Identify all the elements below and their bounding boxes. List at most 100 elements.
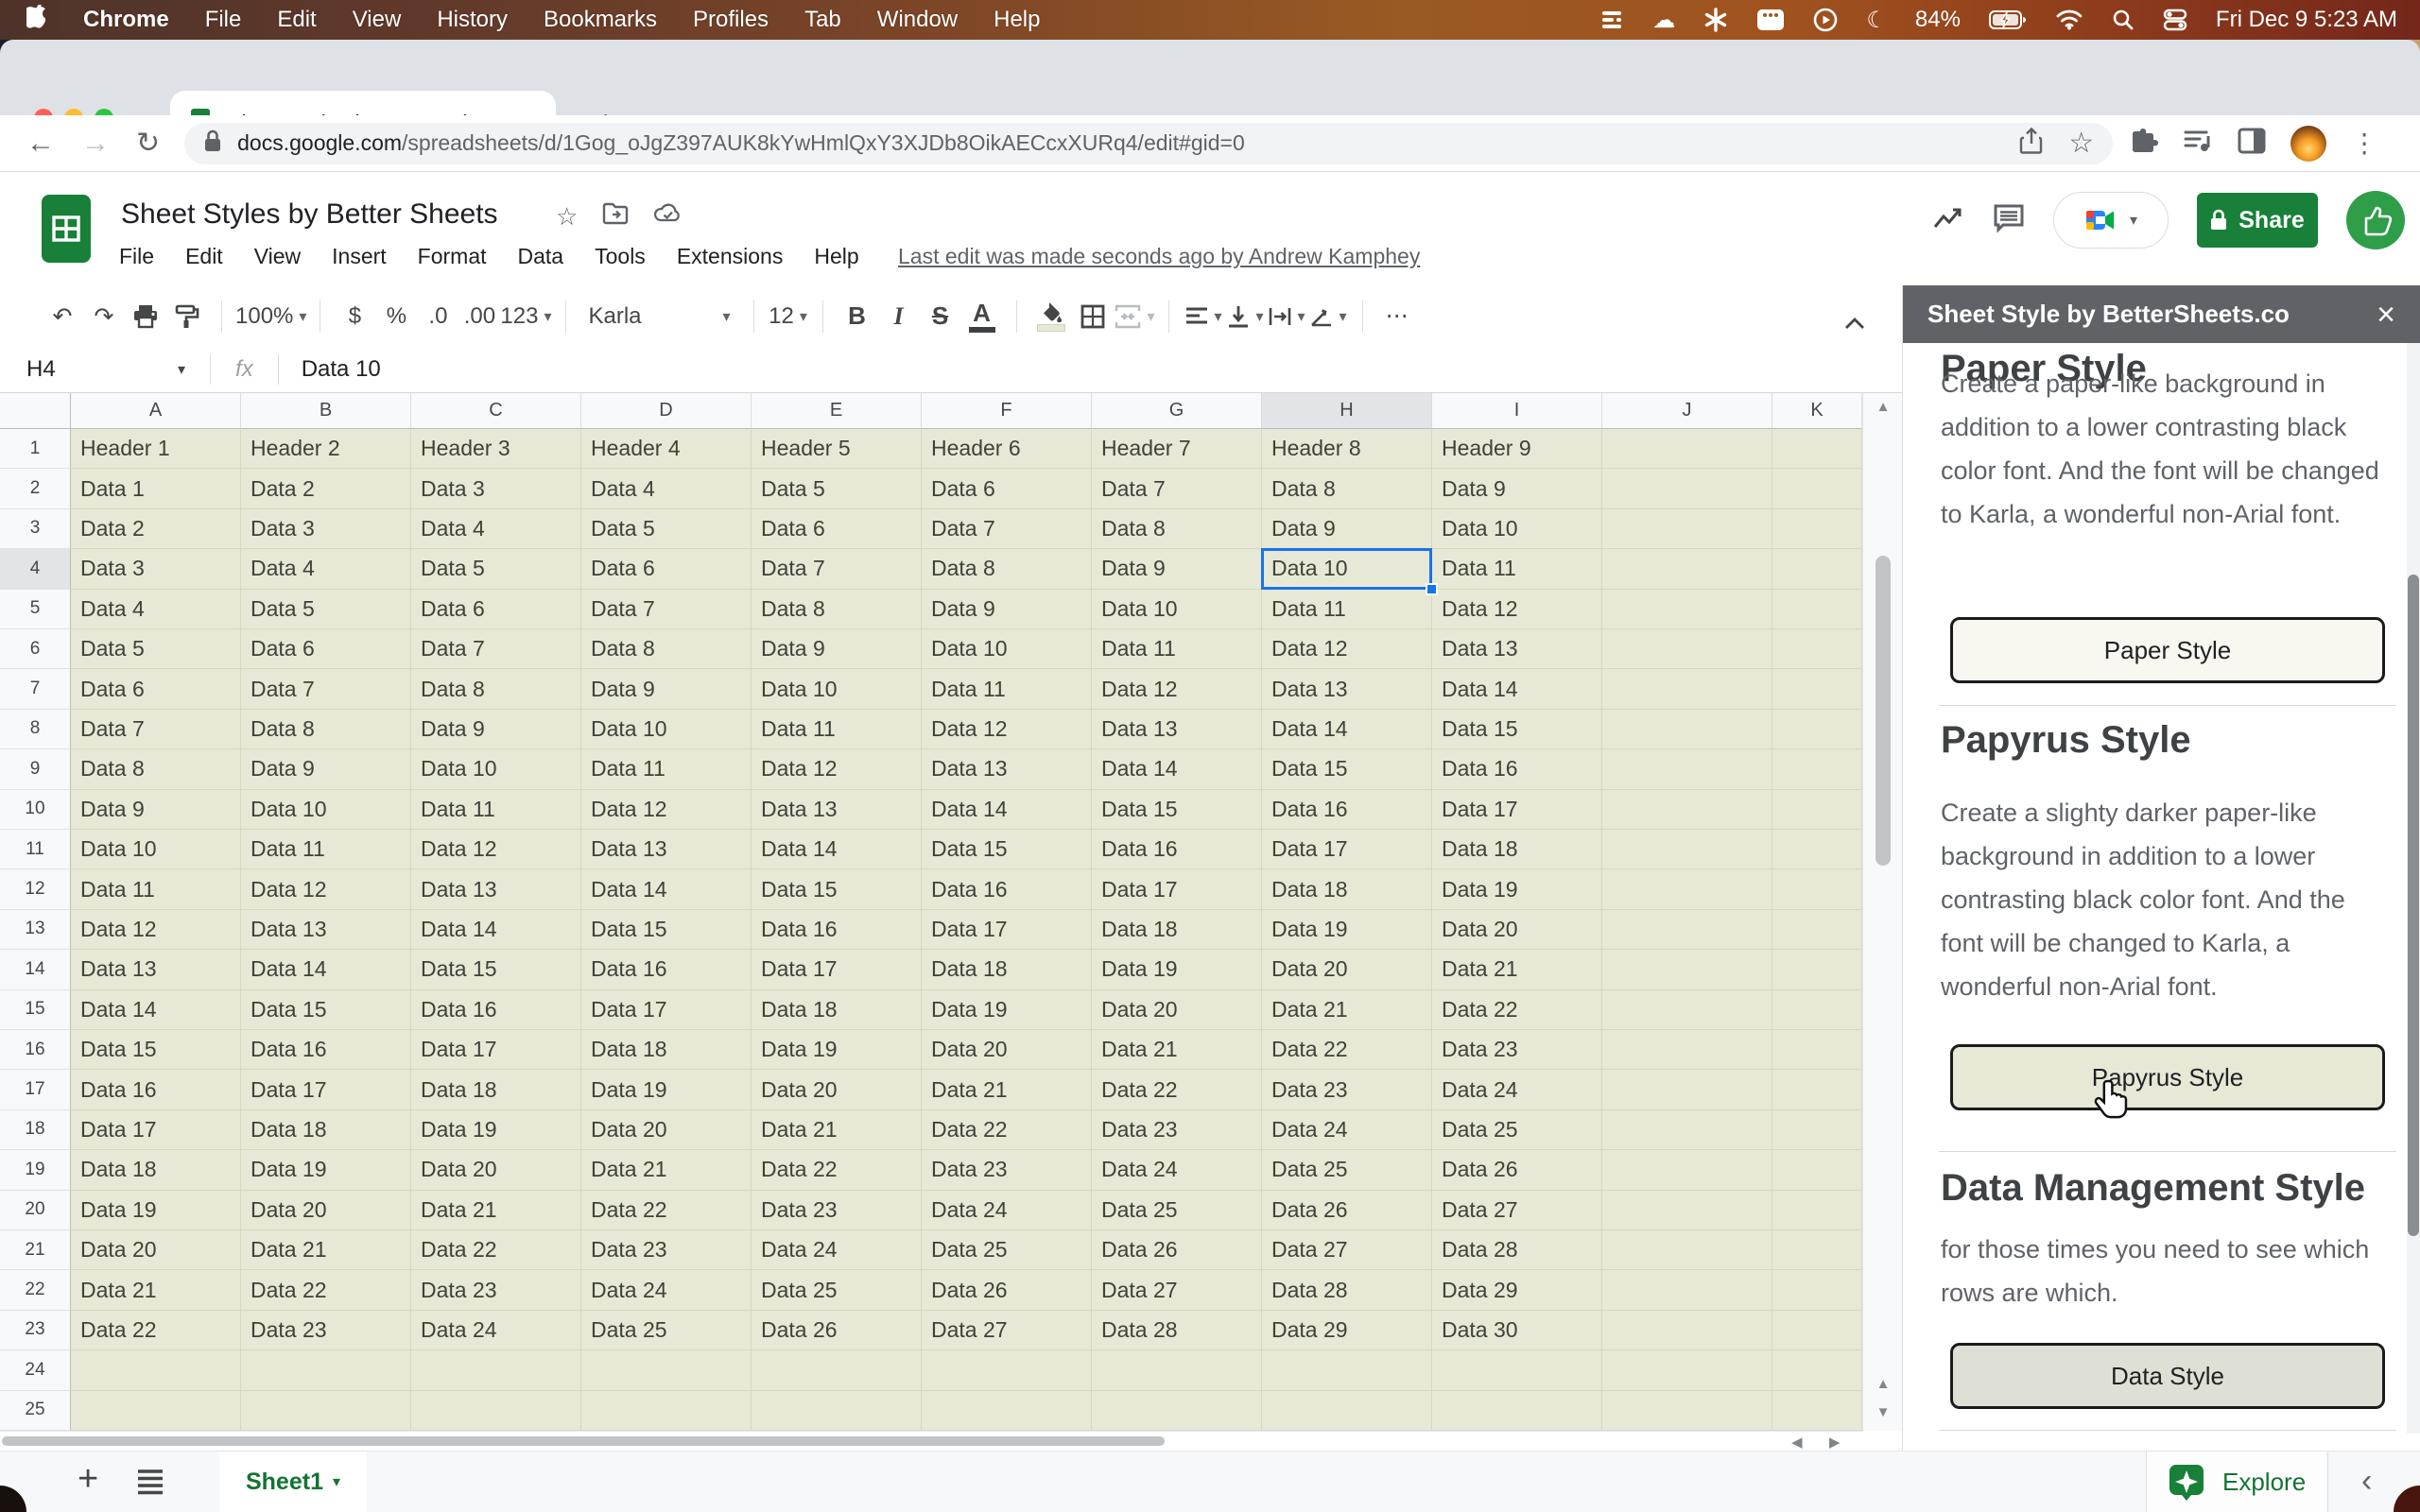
number-format-select[interactable]: 123▾ bbox=[500, 296, 551, 337]
cell-A24[interactable] bbox=[71, 1350, 241, 1390]
menu-item-profiles[interactable]: Profiles bbox=[693, 7, 769, 33]
cell-J22[interactable] bbox=[1602, 1270, 1772, 1310]
cell-I11[interactable]: Data 18 bbox=[1432, 830, 1602, 869]
cell-K20[interactable] bbox=[1772, 1191, 1862, 1230]
cell-F23[interactable]: Data 27 bbox=[922, 1311, 1092, 1350]
cell-I25[interactable] bbox=[1432, 1391, 1602, 1431]
menu-item-history[interactable]: History bbox=[437, 7, 508, 33]
cell-D4[interactable]: Data 6 bbox=[581, 549, 752, 589]
cell-C16[interactable]: Data 17 bbox=[411, 1030, 581, 1070]
cell-G15[interactable]: Data 20 bbox=[1092, 990, 1262, 1030]
cell-C11[interactable]: Data 12 bbox=[411, 830, 581, 869]
name-box-dropdown-icon[interactable]: ▾ bbox=[178, 360, 185, 379]
cell-I7[interactable]: Data 14 bbox=[1432, 669, 1602, 709]
control-center-icon[interactable] bbox=[2163, 9, 2187, 31]
cell-B17[interactable]: Data 17 bbox=[241, 1070, 411, 1109]
cell-E5[interactable]: Data 8 bbox=[752, 590, 922, 629]
scroll-left-icon[interactable]: ◀ bbox=[1791, 1434, 1803, 1451]
row-header-8[interactable]: 8 bbox=[0, 710, 71, 749]
url-field[interactable]: docs.google.com/spreadsheets/d/1Gog_oJgZ… bbox=[184, 123, 2113, 164]
font-size-select[interactable]: 12▾ bbox=[768, 296, 809, 337]
forward-icon[interactable]: → bbox=[81, 128, 110, 160]
cell-K23[interactable] bbox=[1772, 1311, 1862, 1350]
text-color-button[interactable]: A bbox=[961, 296, 1003, 337]
cell-K24[interactable] bbox=[1772, 1350, 1862, 1390]
browser-menu-icon[interactable]: ⋮ bbox=[2351, 128, 2377, 159]
cell-B2[interactable]: Data 2 bbox=[241, 469, 411, 508]
cell-H21[interactable]: Data 27 bbox=[1262, 1230, 1432, 1270]
extensions-puzzle-icon[interactable] bbox=[2130, 127, 2158, 160]
cell-C12[interactable]: Data 13 bbox=[411, 869, 581, 909]
cell-B24[interactable] bbox=[241, 1350, 411, 1390]
paper-style-button[interactable]: Paper Style bbox=[1950, 617, 2385, 683]
sheets-menu-format[interactable]: Format bbox=[418, 244, 487, 269]
strikethrough-button[interactable]: S bbox=[920, 296, 961, 337]
cell-D19[interactable]: Data 21 bbox=[581, 1150, 752, 1190]
cell-C24[interactable] bbox=[411, 1350, 581, 1390]
cell-F13[interactable]: Data 17 bbox=[922, 910, 1092, 950]
cell-A20[interactable]: Data 19 bbox=[71, 1191, 241, 1230]
row-header-7[interactable]: 7 bbox=[0, 669, 71, 709]
cell-G19[interactable]: Data 24 bbox=[1092, 1150, 1262, 1190]
cell-C18[interactable]: Data 19 bbox=[411, 1110, 581, 1150]
row-header-21[interactable]: 21 bbox=[0, 1230, 71, 1270]
cell-G5[interactable]: Data 10 bbox=[1092, 590, 1262, 629]
row-header-25[interactable]: 25 bbox=[0, 1391, 71, 1431]
cell-H9[interactable]: Data 15 bbox=[1262, 749, 1432, 789]
cell-I18[interactable]: Data 25 bbox=[1432, 1110, 1602, 1150]
cell-K13[interactable] bbox=[1772, 910, 1862, 950]
cell-A2[interactable]: Data 1 bbox=[71, 469, 241, 508]
name-box[interactable]: H4 bbox=[0, 356, 178, 383]
cell-H17[interactable]: Data 23 bbox=[1262, 1070, 1432, 1109]
cell-A9[interactable]: Data 8 bbox=[71, 749, 241, 789]
share-icon[interactable] bbox=[2019, 127, 2044, 160]
cell-H5[interactable]: Data 11 bbox=[1262, 590, 1432, 629]
cell-G6[interactable]: Data 11 bbox=[1092, 629, 1262, 669]
sheets-menu-extensions[interactable]: Extensions bbox=[677, 244, 784, 269]
cell-E11[interactable]: Data 14 bbox=[752, 830, 922, 869]
activity-icon[interactable] bbox=[1932, 204, 1964, 237]
cell-H6[interactable]: Data 12 bbox=[1262, 629, 1432, 669]
cell-F1[interactable]: Header 6 bbox=[922, 429, 1092, 469]
data-style-button[interactable]: Data Style bbox=[1950, 1343, 2385, 1409]
move-folder-icon[interactable] bbox=[602, 202, 629, 232]
cell-A15[interactable]: Data 14 bbox=[71, 990, 241, 1030]
cell-K1[interactable] bbox=[1772, 429, 1862, 469]
cell-B10[interactable]: Data 10 bbox=[241, 790, 411, 830]
cell-K12[interactable] bbox=[1772, 869, 1862, 909]
cell-G16[interactable]: Data 21 bbox=[1092, 1030, 1262, 1070]
cell-E14[interactable]: Data 17 bbox=[752, 950, 922, 989]
cell-G7[interactable]: Data 12 bbox=[1092, 669, 1262, 709]
cell-K3[interactable] bbox=[1772, 509, 1862, 549]
cell-K18[interactable] bbox=[1772, 1110, 1862, 1150]
italic-button[interactable]: I bbox=[878, 296, 920, 337]
cell-F20[interactable]: Data 24 bbox=[922, 1191, 1092, 1230]
cell-B3[interactable]: Data 3 bbox=[241, 509, 411, 549]
cell-E15[interactable]: Data 18 bbox=[752, 990, 922, 1030]
cell-J25[interactable] bbox=[1602, 1391, 1772, 1431]
text-wrap-icon[interactable]: ▾ bbox=[1266, 296, 1307, 337]
sidebar-close-icon[interactable]: × bbox=[2377, 299, 2395, 331]
cell-H15[interactable]: Data 21 bbox=[1262, 990, 1432, 1030]
cell-C1[interactable]: Header 3 bbox=[411, 429, 581, 469]
cell-A3[interactable]: Data 2 bbox=[71, 509, 241, 549]
cell-A8[interactable]: Data 7 bbox=[71, 710, 241, 749]
row-header-16[interactable]: 16 bbox=[0, 1030, 71, 1070]
row-header-3[interactable]: 3 bbox=[0, 509, 71, 549]
paint-format-icon[interactable] bbox=[166, 296, 208, 337]
cell-J16[interactable] bbox=[1602, 1030, 1772, 1070]
cell-H7[interactable]: Data 13 bbox=[1262, 669, 1432, 709]
cell-D8[interactable]: Data 10 bbox=[581, 710, 752, 749]
cell-D6[interactable]: Data 8 bbox=[581, 629, 752, 669]
keyboard-icon[interactable] bbox=[1756, 9, 1785, 31]
cell-J12[interactable] bbox=[1602, 869, 1772, 909]
cell-G23[interactable]: Data 28 bbox=[1092, 1311, 1262, 1350]
cell-I14[interactable]: Data 21 bbox=[1432, 950, 1602, 989]
menu-item-tab[interactable]: Tab bbox=[804, 7, 841, 33]
cell-A25[interactable] bbox=[71, 1391, 241, 1431]
cell-K7[interactable] bbox=[1772, 669, 1862, 709]
cell-J1[interactable] bbox=[1602, 429, 1772, 469]
sheet-tab-sheet1[interactable]: Sheet1 ▾ bbox=[219, 1452, 367, 1512]
cell-C25[interactable] bbox=[411, 1391, 581, 1431]
cell-A12[interactable]: Data 11 bbox=[71, 869, 241, 909]
